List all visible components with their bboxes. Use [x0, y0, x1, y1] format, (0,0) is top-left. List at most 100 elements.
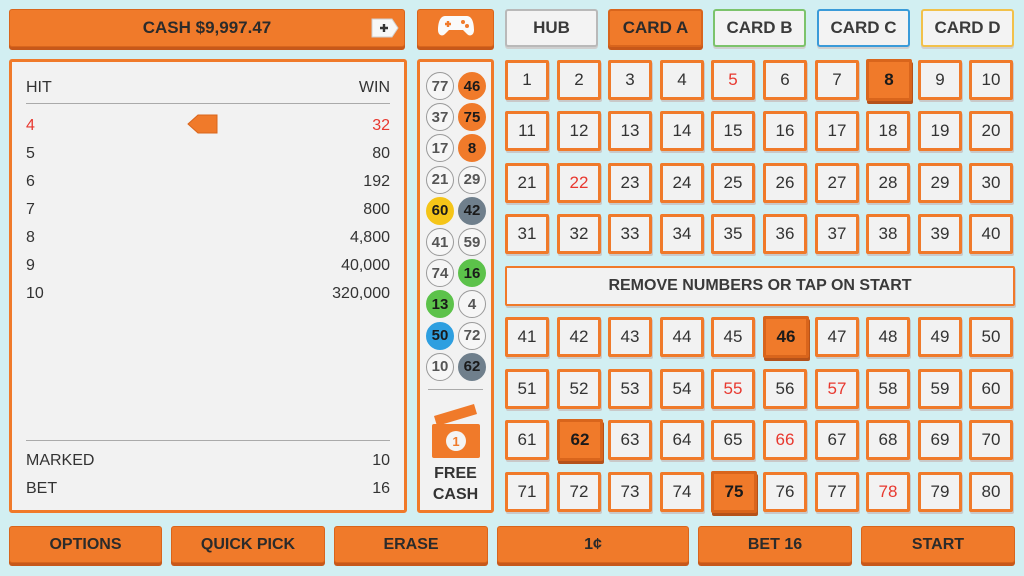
- number-cell-51[interactable]: 51: [505, 369, 549, 409]
- number-cell-59[interactable]: 59: [918, 369, 962, 409]
- number-cell-50[interactable]: 50: [969, 317, 1013, 357]
- number-cell-5[interactable]: 5: [711, 60, 755, 100]
- number-cell-11[interactable]: 11: [505, 111, 549, 151]
- number-cell-22[interactable]: 22: [557, 163, 601, 203]
- number-cell-12[interactable]: 12: [557, 111, 601, 151]
- number-cell-77[interactable]: 77: [815, 472, 859, 512]
- number-cell-33[interactable]: 33: [608, 214, 652, 254]
- options-button[interactable]: OPTIONS: [9, 526, 162, 563]
- gamepad-button[interactable]: [417, 9, 494, 47]
- number-cell-42[interactable]: 42: [557, 317, 601, 357]
- number-cell-60[interactable]: 60: [969, 369, 1013, 409]
- tab-card-d[interactable]: CARD D: [921, 9, 1014, 47]
- number-cell-6[interactable]: 6: [763, 60, 807, 100]
- number-cell-24[interactable]: 24: [660, 163, 704, 203]
- number-cell-18[interactable]: 18: [866, 111, 910, 151]
- number-cell-10[interactable]: 10: [969, 60, 1013, 100]
- number-cell-63[interactable]: 63: [608, 420, 652, 460]
- number-cell-13[interactable]: 13: [608, 111, 652, 151]
- start-button[interactable]: START: [861, 526, 1015, 563]
- number-cell-73[interactable]: 73: [608, 472, 652, 512]
- number-cell-3[interactable]: 3: [608, 60, 652, 100]
- number-cell-43[interactable]: 43: [608, 317, 652, 357]
- number-cell-37[interactable]: 37: [815, 214, 859, 254]
- number-cell-15[interactable]: 15: [711, 111, 755, 151]
- number-cell-1[interactable]: 1: [505, 60, 549, 100]
- number-cell-28[interactable]: 28: [866, 163, 910, 203]
- number-cell-26[interactable]: 26: [763, 163, 807, 203]
- number-cell-69[interactable]: 69: [918, 420, 962, 460]
- cash-display[interactable]: CASH $9,997.47: [9, 9, 405, 47]
- number-cell-79[interactable]: 79: [918, 472, 962, 512]
- bet-button[interactable]: BET 16: [698, 526, 852, 563]
- number-cell-62[interactable]: 62: [557, 419, 603, 461]
- number-cell-36[interactable]: 36: [763, 214, 807, 254]
- number-cell-46[interactable]: 46: [763, 316, 809, 358]
- number-cell-25[interactable]: 25: [711, 163, 755, 203]
- number-cell-54[interactable]: 54: [660, 369, 704, 409]
- number-cell-53[interactable]: 53: [608, 369, 652, 409]
- number-cell-80[interactable]: 80: [969, 472, 1013, 512]
- number-cell-71[interactable]: 71: [505, 472, 549, 512]
- number-cell-68[interactable]: 68: [866, 420, 910, 460]
- number-cell-30[interactable]: 30: [969, 163, 1013, 203]
- number-cell-58[interactable]: 58: [866, 369, 910, 409]
- number-cell-23[interactable]: 23: [608, 163, 652, 203]
- tab-card-c[interactable]: CARD C: [817, 9, 910, 47]
- number-cell-27[interactable]: 27: [815, 163, 859, 203]
- number-cell-35[interactable]: 35: [711, 214, 755, 254]
- number-cell-48[interactable]: 48: [866, 317, 910, 357]
- drawn-balls-panel: 77 46 37 75 17 8 21 29 60 42 41 59 74 16 13 4 50 72 10 62 1…: [417, 59, 494, 513]
- number-cell-72[interactable]: 72: [557, 472, 601, 512]
- number-cell-29[interactable]: 29: [918, 163, 962, 203]
- tab-hub[interactable]: HUB: [505, 9, 598, 47]
- marked-value: 10: [372, 452, 390, 469]
- bet-value: 16: [372, 480, 390, 497]
- number-cell-45[interactable]: 45: [711, 317, 755, 357]
- number-cell-8[interactable]: 8: [866, 59, 912, 101]
- number-cell-47[interactable]: 47: [815, 317, 859, 357]
- number-cell-44[interactable]: 44: [660, 317, 704, 357]
- denomination-button[interactable]: 1¢: [497, 526, 689, 563]
- number-cell-70[interactable]: 70: [969, 420, 1013, 460]
- number-cell-31[interactable]: 31: [505, 214, 549, 254]
- number-cell-38[interactable]: 38: [866, 214, 910, 254]
- plus-icon[interactable]: [370, 17, 400, 39]
- tab-card-b[interactable]: CARD B: [713, 9, 806, 47]
- number-cell-9[interactable]: 9: [918, 60, 962, 100]
- number-cell-39[interactable]: 39: [918, 214, 962, 254]
- number-cell-55[interactable]: 55: [711, 369, 755, 409]
- free-cash-label: FREE CASH: [432, 465, 479, 503]
- number-cell-21[interactable]: 21: [505, 163, 549, 203]
- number-cell-14[interactable]: 14: [660, 111, 704, 151]
- erase-button[interactable]: ERASE: [334, 526, 488, 563]
- number-cell-17[interactable]: 17: [815, 111, 859, 151]
- number-cell-20[interactable]: 20: [969, 111, 1013, 151]
- number-cell-76[interactable]: 76: [763, 472, 807, 512]
- number-cell-49[interactable]: 49: [918, 317, 962, 357]
- number-cell-66[interactable]: 66: [763, 420, 807, 460]
- number-cell-52[interactable]: 52: [557, 369, 601, 409]
- number-cell-65[interactable]: 65: [711, 420, 755, 460]
- number-cell-61[interactable]: 61: [505, 420, 549, 460]
- number-cell-74[interactable]: 74: [660, 472, 704, 512]
- number-cell-40[interactable]: 40: [969, 214, 1013, 254]
- number-cell-75[interactable]: 75: [711, 471, 757, 513]
- number-cell-67[interactable]: 67: [815, 420, 859, 460]
- number-cell-41[interactable]: 41: [505, 317, 549, 357]
- free-cash-button[interactable]: 1 FREE CASH: [420, 400, 491, 508]
- number-cell-78[interactable]: 78: [866, 472, 910, 512]
- quick-pick-button[interactable]: QUICK PICK: [171, 526, 325, 563]
- tab-card-a[interactable]: CARD A: [608, 9, 703, 47]
- number-cell-2[interactable]: 2: [557, 60, 601, 100]
- drawn-ball: 29: [458, 165, 486, 194]
- number-cell-56[interactable]: 56: [763, 369, 807, 409]
- number-cell-16[interactable]: 16: [763, 111, 807, 151]
- number-cell-32[interactable]: 32: [557, 214, 601, 254]
- number-cell-7[interactable]: 7: [815, 60, 859, 100]
- number-cell-57[interactable]: 57: [815, 369, 859, 409]
- number-cell-64[interactable]: 64: [660, 420, 704, 460]
- number-cell-4[interactable]: 4: [660, 60, 704, 100]
- number-cell-19[interactable]: 19: [918, 111, 962, 151]
- number-cell-34[interactable]: 34: [660, 214, 704, 254]
